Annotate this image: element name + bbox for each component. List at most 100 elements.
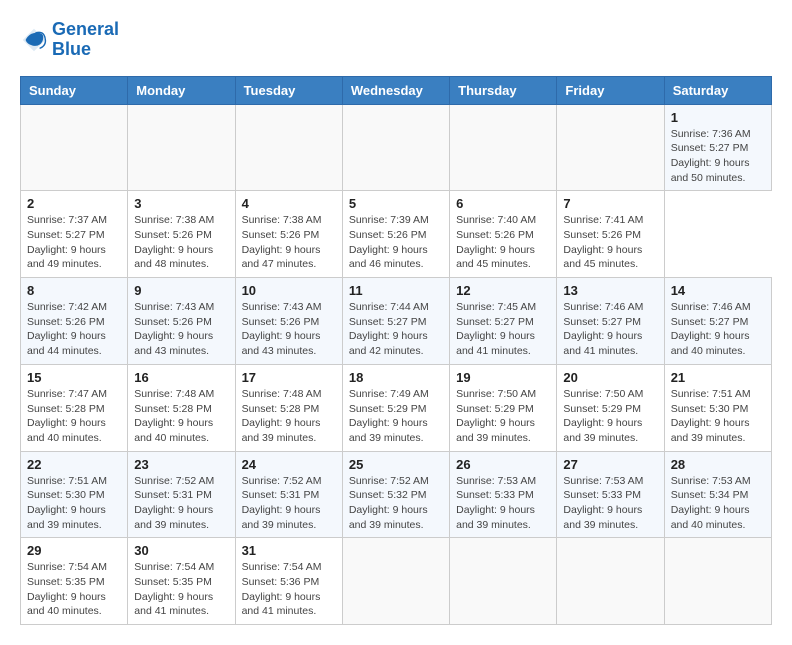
sunset-text: Sunset: 5:36 PM: [242, 575, 336, 590]
calendar-cell: 17 Sunrise: 7:48 AM Sunset: 5:28 PM Dayl…: [235, 364, 342, 451]
sunrise-text: Sunrise: 7:39 AM: [349, 213, 443, 228]
day-info: Sunrise: 7:36 AM Sunset: 5:27 PM Dayligh…: [671, 127, 765, 186]
daylight-text: Daylight: 9 hours and 39 minutes.: [349, 503, 443, 532]
sunrise-text: Sunrise: 7:44 AM: [349, 300, 443, 315]
weekday-header-sunday: Sunday: [21, 76, 128, 104]
day-info: Sunrise: 7:47 AM Sunset: 5:28 PM Dayligh…: [27, 387, 121, 446]
day-number: 24: [242, 457, 336, 472]
day-info: Sunrise: 7:53 AM Sunset: 5:33 PM Dayligh…: [563, 474, 657, 533]
sunset-text: Sunset: 5:30 PM: [27, 488, 121, 503]
day-number: 5: [349, 196, 443, 211]
day-info: Sunrise: 7:54 AM Sunset: 5:35 PM Dayligh…: [134, 560, 228, 619]
calendar-cell: 18 Sunrise: 7:49 AM Sunset: 5:29 PM Dayl…: [342, 364, 449, 451]
sunrise-text: Sunrise: 7:47 AM: [27, 387, 121, 402]
daylight-text: Daylight: 9 hours and 48 minutes.: [134, 243, 228, 272]
day-number: 20: [563, 370, 657, 385]
day-number: 30: [134, 543, 228, 558]
sunrise-text: Sunrise: 7:50 AM: [456, 387, 550, 402]
day-number: 26: [456, 457, 550, 472]
calendar-cell: [21, 104, 128, 191]
day-number: 8: [27, 283, 121, 298]
sunrise-text: Sunrise: 7:37 AM: [27, 213, 121, 228]
weekday-header-thursday: Thursday: [450, 76, 557, 104]
calendar-cell: 1 Sunrise: 7:36 AM Sunset: 5:27 PM Dayli…: [664, 104, 771, 191]
calendar-cell: [557, 104, 664, 191]
sunrise-text: Sunrise: 7:48 AM: [134, 387, 228, 402]
day-info: Sunrise: 7:52 AM Sunset: 5:31 PM Dayligh…: [242, 474, 336, 533]
day-info: Sunrise: 7:38 AM Sunset: 5:26 PM Dayligh…: [134, 213, 228, 272]
calendar-cell: 20 Sunrise: 7:50 AM Sunset: 5:29 PM Dayl…: [557, 364, 664, 451]
daylight-text: Daylight: 9 hours and 39 minutes.: [456, 503, 550, 532]
daylight-text: Daylight: 9 hours and 45 minutes.: [563, 243, 657, 272]
calendar-cell: 4 Sunrise: 7:38 AM Sunset: 5:26 PM Dayli…: [235, 191, 342, 278]
weekday-header-friday: Friday: [557, 76, 664, 104]
sunrise-text: Sunrise: 7:46 AM: [563, 300, 657, 315]
day-number: 10: [242, 283, 336, 298]
day-info: Sunrise: 7:40 AM Sunset: 5:26 PM Dayligh…: [456, 213, 550, 272]
sunrise-text: Sunrise: 7:52 AM: [349, 474, 443, 489]
sunset-text: Sunset: 5:27 PM: [27, 228, 121, 243]
daylight-text: Daylight: 9 hours and 41 minutes.: [134, 590, 228, 619]
day-info: Sunrise: 7:39 AM Sunset: 5:26 PM Dayligh…: [349, 213, 443, 272]
day-info: Sunrise: 7:43 AM Sunset: 5:26 PM Dayligh…: [242, 300, 336, 359]
daylight-text: Daylight: 9 hours and 42 minutes.: [349, 329, 443, 358]
calendar-cell: 14 Sunrise: 7:46 AM Sunset: 5:27 PM Dayl…: [664, 278, 771, 365]
logo-icon: [20, 26, 48, 54]
day-number: 9: [134, 283, 228, 298]
calendar-week-row: 8 Sunrise: 7:42 AM Sunset: 5:26 PM Dayli…: [21, 278, 772, 365]
day-number: 7: [563, 196, 657, 211]
day-number: 14: [671, 283, 765, 298]
day-number: 1: [671, 110, 765, 125]
day-info: Sunrise: 7:42 AM Sunset: 5:26 PM Dayligh…: [27, 300, 121, 359]
day-info: Sunrise: 7:37 AM Sunset: 5:27 PM Dayligh…: [27, 213, 121, 272]
daylight-text: Daylight: 9 hours and 39 minutes.: [456, 416, 550, 445]
day-number: 12: [456, 283, 550, 298]
day-number: 27: [563, 457, 657, 472]
day-info: Sunrise: 7:44 AM Sunset: 5:27 PM Dayligh…: [349, 300, 443, 359]
day-info: Sunrise: 7:51 AM Sunset: 5:30 PM Dayligh…: [671, 387, 765, 446]
day-info: Sunrise: 7:53 AM Sunset: 5:33 PM Dayligh…: [456, 474, 550, 533]
day-info: Sunrise: 7:46 AM Sunset: 5:27 PM Dayligh…: [563, 300, 657, 359]
sunset-text: Sunset: 5:26 PM: [134, 315, 228, 330]
sunset-text: Sunset: 5:26 PM: [456, 228, 550, 243]
day-number: 4: [242, 196, 336, 211]
daylight-text: Daylight: 9 hours and 39 minutes.: [134, 503, 228, 532]
sunrise-text: Sunrise: 7:53 AM: [563, 474, 657, 489]
daylight-text: Daylight: 9 hours and 43 minutes.: [134, 329, 228, 358]
calendar-week-row: 1 Sunrise: 7:36 AM Sunset: 5:27 PM Dayli…: [21, 104, 772, 191]
calendar-cell: 15 Sunrise: 7:47 AM Sunset: 5:28 PM Dayl…: [21, 364, 128, 451]
day-number: 6: [456, 196, 550, 211]
sunset-text: Sunset: 5:35 PM: [27, 575, 121, 590]
day-number: 2: [27, 196, 121, 211]
daylight-text: Daylight: 9 hours and 40 minutes.: [27, 416, 121, 445]
daylight-text: Daylight: 9 hours and 41 minutes.: [456, 329, 550, 358]
day-number: 31: [242, 543, 336, 558]
sunset-text: Sunset: 5:26 PM: [349, 228, 443, 243]
day-number: 23: [134, 457, 228, 472]
day-number: 13: [563, 283, 657, 298]
daylight-text: Daylight: 9 hours and 40 minutes.: [27, 590, 121, 619]
day-number: 15: [27, 370, 121, 385]
sunset-text: Sunset: 5:27 PM: [349, 315, 443, 330]
sunset-text: Sunset: 5:31 PM: [134, 488, 228, 503]
day-info: Sunrise: 7:51 AM Sunset: 5:30 PM Dayligh…: [27, 474, 121, 533]
sunset-text: Sunset: 5:26 PM: [563, 228, 657, 243]
calendar-cell: 13 Sunrise: 7:46 AM Sunset: 5:27 PM Dayl…: [557, 278, 664, 365]
calendar-cell: 11 Sunrise: 7:44 AM Sunset: 5:27 PM Dayl…: [342, 278, 449, 365]
day-number: 18: [349, 370, 443, 385]
calendar-cell: 9 Sunrise: 7:43 AM Sunset: 5:26 PM Dayli…: [128, 278, 235, 365]
daylight-text: Daylight: 9 hours and 39 minutes.: [27, 503, 121, 532]
day-number: 17: [242, 370, 336, 385]
daylight-text: Daylight: 9 hours and 40 minutes.: [671, 329, 765, 358]
daylight-text: Daylight: 9 hours and 50 minutes.: [671, 156, 765, 185]
sunset-text: Sunset: 5:28 PM: [27, 402, 121, 417]
sunrise-text: Sunrise: 7:46 AM: [671, 300, 765, 315]
calendar-cell: 5 Sunrise: 7:39 AM Sunset: 5:26 PM Dayli…: [342, 191, 449, 278]
sunset-text: Sunset: 5:26 PM: [242, 315, 336, 330]
calendar-week-row: 2 Sunrise: 7:37 AM Sunset: 5:27 PM Dayli…: [21, 191, 772, 278]
day-number: 16: [134, 370, 228, 385]
day-number: 19: [456, 370, 550, 385]
sunset-text: Sunset: 5:27 PM: [563, 315, 657, 330]
calendar-cell: [128, 104, 235, 191]
calendar-cell: 10 Sunrise: 7:43 AM Sunset: 5:26 PM Dayl…: [235, 278, 342, 365]
